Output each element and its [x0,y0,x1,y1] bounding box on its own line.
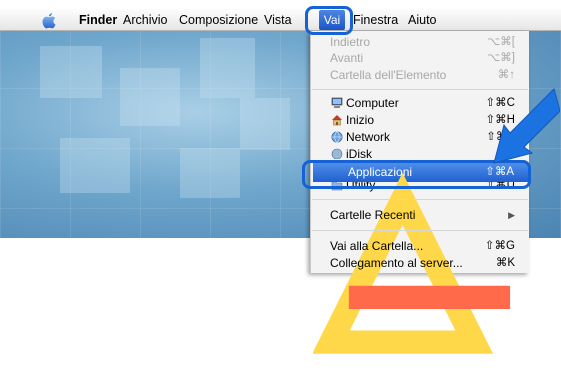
home-icon [332,115,342,126]
menu-item-label: Network [346,130,391,144]
desktop-tile [40,46,102,98]
menu-item-label: Avanti [330,51,364,65]
menu-item-label: Inizio [346,113,375,127]
menu-composizione[interactable]: Composizione [179,9,258,31]
menu-item-cartelle-recenti[interactable]: Cartelle Recenti ▶ [311,207,529,224]
menu-bar: Finder Archivio Composizione Vista Vai F… [0,9,561,31]
apple-logo-icon[interactable] [41,12,57,29]
menu-item-shortcut: ⌥⌘[ [487,36,515,48]
menu-item-collegamento-server[interactable]: Collegamento al server... ⌘K [311,255,529,272]
menu-item-cartella-elemento[interactable]: Cartella dell'Elemento ⌘↑ [311,67,529,84]
menu-item-shortcut: ⌘K [495,257,515,269]
vai-callout-ring [305,6,353,35]
menu-item-label: iDisk [346,147,372,159]
menu-item-label: Collegamento al server... [330,256,463,270]
desktop-tile [60,138,130,193]
menu-item-avanti[interactable]: Avanti ⌥⌘] [311,50,529,67]
pointer-arrow-icon [493,88,560,164]
desktop-tile [120,68,180,126]
desktop-tile [200,38,255,98]
menu-item-label: Cartella dell'Elemento [330,68,447,82]
computer-icon [331,97,343,108]
menu-finestra[interactable]: Finestra [353,9,398,31]
menu-item-indietro[interactable]: Indietro ⌥⌘[ [311,34,529,51]
menu-separator [312,199,528,200]
menu-item-shortcut: ⇧⌘G [484,240,515,252]
menu-archivio[interactable]: Archivio [123,9,167,31]
menu-item-shortcut: ⌘↑ [497,69,515,81]
idisk-icon [331,148,343,159]
network-icon [331,131,343,143]
submenu-arrow-icon: ▶ [508,210,515,220]
menu-item-label: Indietro [330,35,371,49]
desktop-tile [180,148,240,198]
menu-vista[interactable]: Vista [264,9,304,31]
menu-item-shortcut: ⌥⌘] [487,52,515,64]
menu-separator [312,230,528,231]
menu-item-label: Computer [346,96,399,110]
menu-item-label: Vai alla Cartella... [330,239,424,253]
menu-finder[interactable]: Finder [79,9,117,31]
menu-aiuto[interactable]: Aiuto [408,9,437,31]
menu-item-label: Cartelle Recenti [330,208,416,222]
desktop-tile [240,98,290,150]
menu-item-vai-alla-cartella[interactable]: Vai alla Cartella... ⇧⌘G [311,238,529,255]
